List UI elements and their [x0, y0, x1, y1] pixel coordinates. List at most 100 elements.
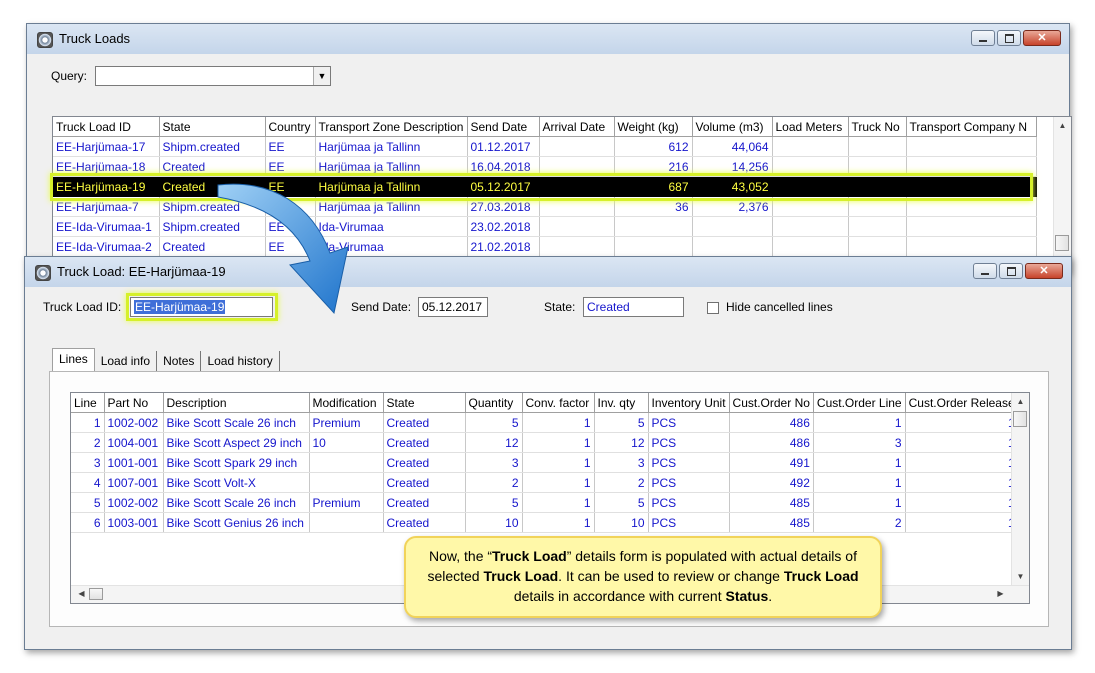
table-cell[interactable] [539, 216, 615, 237]
column-header[interactable]: Arrival Date [539, 117, 615, 137]
scroll-right-icon[interactable]: ▶ [992, 587, 1009, 601]
table-cell[interactable]: 2 [594, 472, 649, 493]
column-header[interactable]: Cust.Order Release [905, 393, 1019, 413]
table-cell[interactable] [906, 156, 1037, 177]
table-cell[interactable]: 1 [905, 432, 1019, 453]
table-cell[interactable]: 4 [71, 472, 105, 493]
table-cell[interactable]: Bike Scott Scale 26 inch [163, 492, 310, 513]
table-cell[interactable]: 43,052 [692, 176, 773, 197]
tab-load-info[interactable]: Load info [95, 351, 158, 371]
column-header[interactable]: Truck Load ID [53, 117, 160, 137]
table-cell[interactable] [692, 216, 773, 237]
table-cell[interactable]: 10 [594, 512, 649, 533]
scroll-thumb[interactable] [1055, 235, 1069, 251]
table-cell[interactable]: EE-Harjümaa-7 [53, 196, 160, 217]
table-cell[interactable]: PCS [648, 452, 730, 473]
table-cell[interactable] [539, 156, 615, 177]
table-cell[interactable]: 2 [71, 432, 105, 453]
scroll-down-icon[interactable]: ▼ [1012, 570, 1029, 584]
table-row[interactable]: EE-Ida-Virumaa-1 Shipm.created EE Ida-Virum… [53, 216, 1037, 237]
column-header[interactable]: Transport Company N [906, 117, 1037, 137]
table-cell[interactable]: 1 [813, 452, 906, 473]
table-cell[interactable]: Harjümaa ja Tallinn [315, 156, 468, 177]
scroll-left-icon[interactable]: ◀ [73, 587, 90, 601]
table-cell[interactable]: 5 [594, 492, 649, 513]
table-cell[interactable] [848, 156, 907, 177]
table-cell[interactable]: 5 [465, 492, 523, 513]
table-cell[interactable]: 1 [905, 512, 1019, 533]
table-cell[interactable]: Bike Scott Genius 26 inch [163, 512, 310, 533]
table-row[interactable]: EE-Harjümaa-19 Created EE Harjümaa ja Talli… [53, 176, 1037, 197]
send-date-field[interactable]: 05.12.2017 [418, 297, 488, 317]
table-cell[interactable]: 1001-001 [104, 452, 164, 473]
table-cell[interactable] [906, 136, 1037, 157]
column-header[interactable]: Load Meters [772, 117, 849, 137]
maximize-button[interactable] [997, 30, 1021, 46]
detail-title-bar[interactable]: icon Truck Load: EE-Harjümaa-19 [25, 257, 1071, 287]
table-cell[interactable] [848, 216, 907, 237]
table-cell[interactable] [539, 176, 615, 197]
table-cell[interactable]: Premium [309, 412, 384, 433]
table-cell[interactable]: Bike Scott Volt-X [163, 472, 310, 493]
title-bar[interactable]: icon Truck Loads [27, 24, 1069, 54]
table-cell[interactable]: 491 [729, 452, 814, 473]
table-cell[interactable]: 23.02.2018 [467, 216, 540, 237]
table-cell[interactable]: 486 [729, 432, 814, 453]
table-cell[interactable]: Created [383, 512, 466, 533]
table-cell[interactable] [848, 236, 907, 257]
table-cell[interactable]: Bike Scott Aspect 29 inch [163, 432, 310, 453]
scroll-thumb[interactable] [1013, 411, 1027, 427]
table-cell[interactable] [539, 136, 615, 157]
table-cell[interactable]: 1 [522, 412, 595, 433]
table-cell[interactable]: EE-Harjümaa-19 [53, 176, 160, 197]
table-cell[interactable]: 16.04.2018 [467, 156, 540, 177]
table-cell[interactable]: 10 [465, 512, 523, 533]
table-cell[interactable] [614, 216, 693, 237]
table-cell[interactable]: Created [159, 156, 266, 177]
table-row[interactable]: EE-Harjümaa-7Shipm.createdEEHarjümaa ja … [53, 196, 1037, 217]
table-cell[interactable]: 2 [465, 472, 523, 493]
table-cell[interactable]: 05.12.2017 [467, 176, 540, 197]
table-cell[interactable]: EE-Ida-Virumaa-1 [53, 216, 160, 237]
column-header[interactable]: Cust.Order Line [813, 393, 906, 413]
table-cell[interactable]: 1003-001 [104, 512, 164, 533]
tab-notes[interactable]: Notes [157, 351, 202, 371]
table-cell[interactable]: EE-Ida-Virumaa-2 [53, 236, 160, 257]
table-row[interactable]: 5 1002-002 Bike Scott Scale 26 inch Premium… [71, 492, 1019, 513]
minimize-button[interactable] [971, 30, 995, 46]
table-cell[interactable]: 1 [522, 432, 595, 453]
column-header[interactable]: Inventory Unit [648, 393, 730, 413]
table-cell[interactable]: 1 [905, 412, 1019, 433]
table-cell[interactable]: 2,376 [692, 196, 773, 217]
table-cell[interactable]: 1002-002 [104, 492, 164, 513]
table-cell[interactable]: 6 [71, 512, 105, 533]
table-cell[interactable]: 3 [465, 452, 523, 473]
vertical-scrollbar[interactable]: ▲ [1053, 117, 1071, 272]
table-cell[interactable]: 2 [813, 512, 906, 533]
table-cell[interactable]: 485 [729, 512, 814, 533]
table-row[interactable]: 6 1003-001 Bike Scott Genius 26 inch Create… [71, 512, 1019, 533]
table-cell[interactable] [906, 196, 1037, 217]
table-cell[interactable]: Created [383, 492, 466, 513]
table-cell[interactable]: 1 [71, 412, 105, 433]
table-cell[interactable]: 1 [522, 512, 595, 533]
table-cell[interactable]: 1 [813, 472, 906, 493]
table-cell[interactable]: PCS [648, 412, 730, 433]
table-cell[interactable] [539, 196, 615, 217]
table-row[interactable]: EE-Ida-Virumaa-2 Created EE Ida-Virumaa 21.0… [53, 236, 1037, 257]
table-row[interactable]: EE-Harjümaa-18 Created EE Harjümaa ja Talli… [53, 156, 1037, 177]
table-cell[interactable]: 21.02.2018 [467, 236, 540, 257]
table-cell[interactable]: 14,256 [692, 156, 773, 177]
table-cell[interactable]: 01.12.2017 [467, 136, 540, 157]
column-header[interactable]: Modification [309, 393, 384, 413]
column-header[interactable]: Country [265, 117, 316, 137]
table-cell[interactable] [614, 236, 693, 257]
table-cell[interactable]: 485 [729, 492, 814, 513]
minimize-button[interactable] [973, 263, 997, 279]
table-cell[interactable]: 492 [729, 472, 814, 493]
table-cell[interactable]: 5 [71, 492, 105, 513]
table-cell[interactable]: Created [383, 432, 466, 453]
table-cell[interactable]: EE-Harjümaa-17 [53, 136, 160, 157]
table-cell[interactable]: 1 [905, 472, 1019, 493]
table-cell[interactable] [772, 176, 849, 197]
